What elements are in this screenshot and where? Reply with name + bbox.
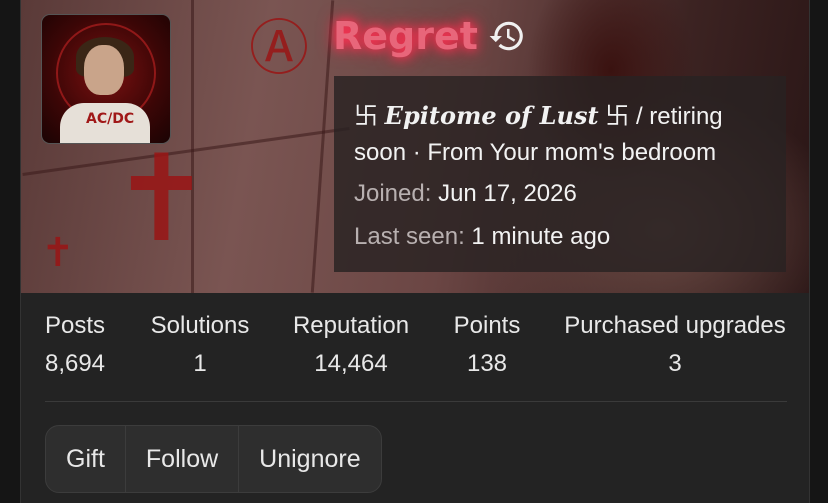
unignore-button[interactable]: Unignore bbox=[238, 426, 380, 492]
title-suffix-glyph: 卐 bbox=[605, 102, 630, 130]
divider bbox=[45, 401, 787, 402]
joined-label: Joined: bbox=[354, 180, 432, 207]
member-profile-card: Ⓐ ✝ ✝ AC/DC Regret 卐 Epitome of Lust 卐 /… bbox=[20, 0, 810, 503]
history-icon[interactable] bbox=[488, 17, 526, 55]
title-styled-text: Epitome of Lust bbox=[384, 101, 599, 130]
gift-button[interactable]: Gift bbox=[46, 426, 125, 492]
last-seen-line: Last seen: 1 minute ago bbox=[354, 223, 610, 251]
stat-posts[interactable]: Posts 8,694 bbox=[39, 312, 111, 378]
last-seen-label: Last seen: bbox=[354, 223, 465, 250]
profile-stats: Posts 8,694 Solutions 1 Reputation 14,46… bbox=[21, 312, 809, 382]
joined-date: Jun 17, 2026 bbox=[438, 180, 577, 207]
stat-reputation[interactable]: Reputation 14,464 bbox=[287, 312, 415, 378]
username[interactable]: Regret bbox=[333, 14, 478, 58]
last-seen-value[interactable]: 1 minute ago bbox=[471, 223, 610, 250]
stat-solutions[interactable]: Solutions 1 bbox=[145, 312, 255, 378]
user-custom-title: 卐 Epitome of Lust 卐 / retiring soon · Fr… bbox=[354, 98, 774, 171]
stat-points[interactable]: Points 138 bbox=[447, 312, 527, 378]
follow-button[interactable]: Follow bbox=[124, 426, 238, 492]
joined-line: Joined: Jun 17, 2026 bbox=[354, 180, 577, 208]
title-prefix-glyph: 卐 bbox=[354, 102, 378, 130]
stat-purchased-upgrades[interactable]: Purchased upgrades 3 bbox=[559, 312, 791, 378]
username-row: Regret bbox=[333, 12, 526, 60]
profile-actions: Gift Follow Unignore bbox=[45, 425, 382, 493]
avatar[interactable]: AC/DC bbox=[42, 15, 170, 143]
profile-info-box: 卐 Epitome of Lust 卐 / retiring soon · Fr… bbox=[334, 76, 786, 272]
